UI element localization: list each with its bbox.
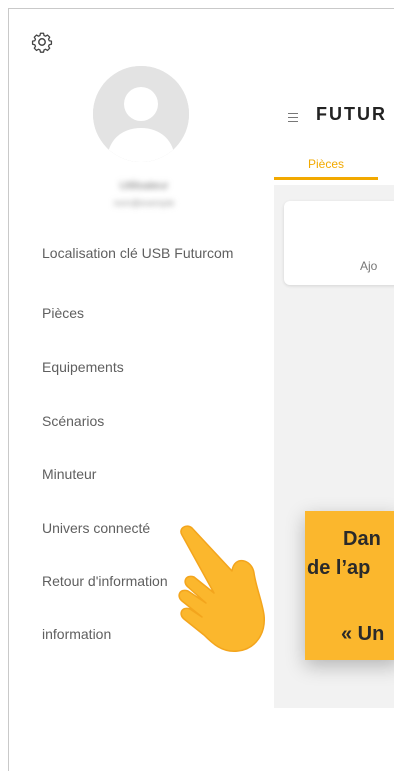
- sidebar-item-retour-information[interactable]: Retour d'information: [42, 572, 187, 590]
- sidebar-item-univers-connecte[interactable]: Univers connecté: [42, 519, 262, 537]
- add-card[interactable]: [284, 201, 394, 285]
- app-logo: FUTUR: [316, 104, 387, 124]
- callout-line-3: « Un: [341, 623, 385, 645]
- tab-active-indicator: [274, 177, 378, 180]
- avatar-icon[interactable]: [93, 66, 189, 162]
- gear-icon[interactable]: [31, 31, 53, 53]
- user-email: nom@exemple: [113, 198, 175, 208]
- callout-line-2: de l’ap: [307, 557, 371, 579]
- sidebar-item-information[interactable]: information: [42, 625, 262, 643]
- sidebar-item-equipements[interactable]: Equipements: [42, 358, 262, 376]
- sidebar-item-minuteur[interactable]: Minuteur: [42, 465, 262, 483]
- callout-line-1: Dan: [343, 528, 381, 550]
- sidebar-item-localisation[interactable]: Localisation clé USB Futurcom: [42, 245, 262, 262]
- tutorial-callout: Dan de l’ap « Un: [305, 511, 394, 660]
- user-name: Utilisateur: [119, 180, 169, 192]
- sidebar-item-pieces[interactable]: Pièces: [42, 304, 262, 322]
- sidebar-item-scenarios[interactable]: Scénarios: [42, 412, 262, 430]
- navigation-drawer: Utilisateur nom@exemple Localisation clé…: [9, 9, 274, 771]
- hamburger-icon[interactable]: [288, 113, 298, 122]
- add-card-label: Ajo: [360, 259, 378, 273]
